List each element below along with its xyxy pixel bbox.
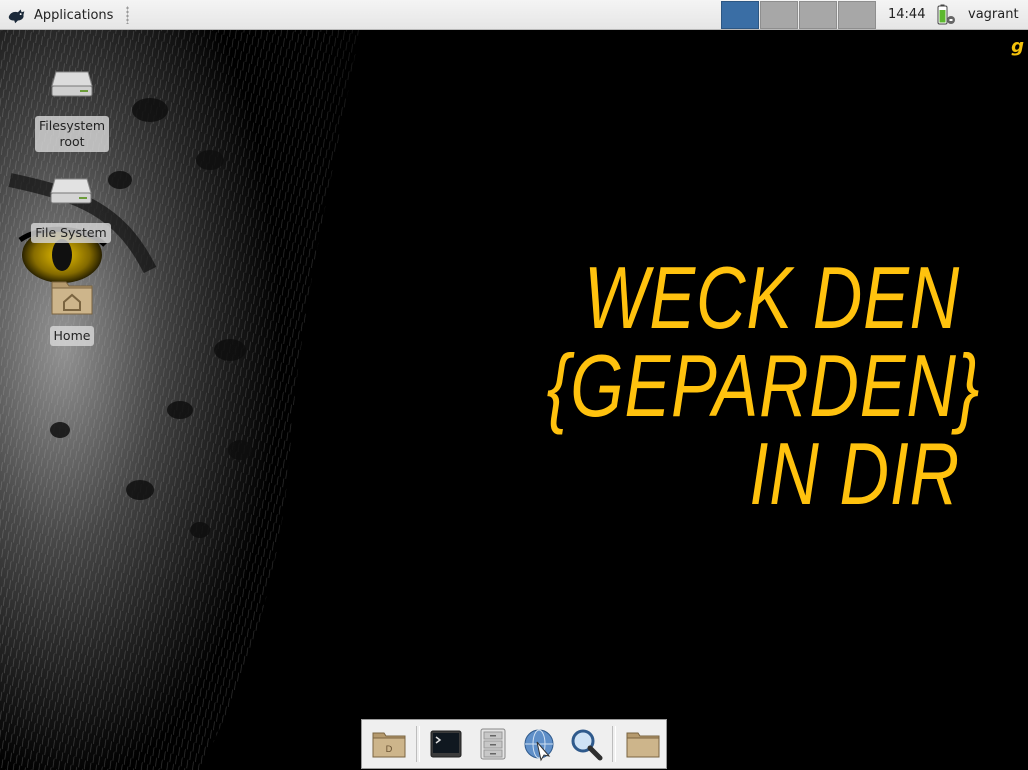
user-menu[interactable]: vagrant bbox=[968, 7, 1019, 22]
home-folder-icon: D bbox=[372, 732, 406, 758]
bottom-dock: D bbox=[361, 719, 667, 769]
drive-icon bbox=[51, 71, 93, 97]
applications-label: Applications bbox=[34, 7, 114, 23]
panel-separator bbox=[126, 6, 129, 24]
workspace-2-button[interactable] bbox=[760, 1, 798, 29]
dock-folder-button[interactable] bbox=[619, 722, 666, 766]
desktop-icon-file-system[interactable]: File System bbox=[29, 169, 113, 243]
desktop-icon-label: Filesystem root bbox=[35, 116, 109, 152]
home-folder-icon bbox=[51, 281, 93, 315]
workspace-3-button[interactable] bbox=[799, 1, 837, 29]
workspace-switcher[interactable] bbox=[721, 1, 877, 29]
top-panel: Applications 14:44 vagrant bbox=[0, 0, 1028, 30]
slogan-line-2: {GEPARDEN} bbox=[546, 336, 981, 435]
dock-search-button[interactable] bbox=[563, 722, 610, 766]
slogan-line-3: IN DIR bbox=[749, 424, 960, 523]
workspace-4-button[interactable] bbox=[838, 1, 876, 29]
search-icon bbox=[571, 729, 603, 761]
applications-menu-button[interactable]: Applications bbox=[6, 3, 113, 27]
battery-icon[interactable] bbox=[934, 3, 958, 27]
web-browser-icon bbox=[524, 729, 554, 762]
clock[interactable]: 14:44 bbox=[888, 7, 925, 22]
desktop-icon-label: Home bbox=[49, 326, 95, 346]
desktop-icon-label: File System bbox=[31, 223, 111, 243]
dock-home-folder-button[interactable]: D bbox=[366, 722, 413, 766]
desktop[interactable]: g WECK DEN {GEPARDEN} IN DIR Filesystem … bbox=[0, 30, 1028, 770]
terminal-icon bbox=[430, 730, 462, 758]
desktop-icon-home[interactable]: Home bbox=[30, 272, 114, 346]
drive-icon bbox=[50, 178, 92, 204]
desktop-icon-filesystem-root[interactable]: Filesystem root bbox=[30, 62, 114, 152]
svg-text:D: D bbox=[386, 745, 393, 755]
dock-web-browser-button[interactable] bbox=[516, 722, 563, 766]
wallpaper-slogan: WECK DEN {GEPARDEN} IN DIR bbox=[546, 248, 981, 523]
dock-terminal-button[interactable] bbox=[423, 722, 470, 766]
workspace-1-button[interactable] bbox=[721, 1, 759, 29]
file-manager-icon bbox=[480, 728, 506, 760]
slogan-line-1: WECK DEN bbox=[583, 248, 960, 347]
wallpaper-corner-mark: g bbox=[1011, 36, 1024, 57]
dock-separator bbox=[415, 726, 420, 762]
dock-separator bbox=[612, 726, 617, 762]
dock-file-manager-button[interactable] bbox=[469, 722, 516, 766]
xfce-mouse-icon bbox=[8, 9, 25, 24]
folder-icon bbox=[626, 732, 660, 758]
